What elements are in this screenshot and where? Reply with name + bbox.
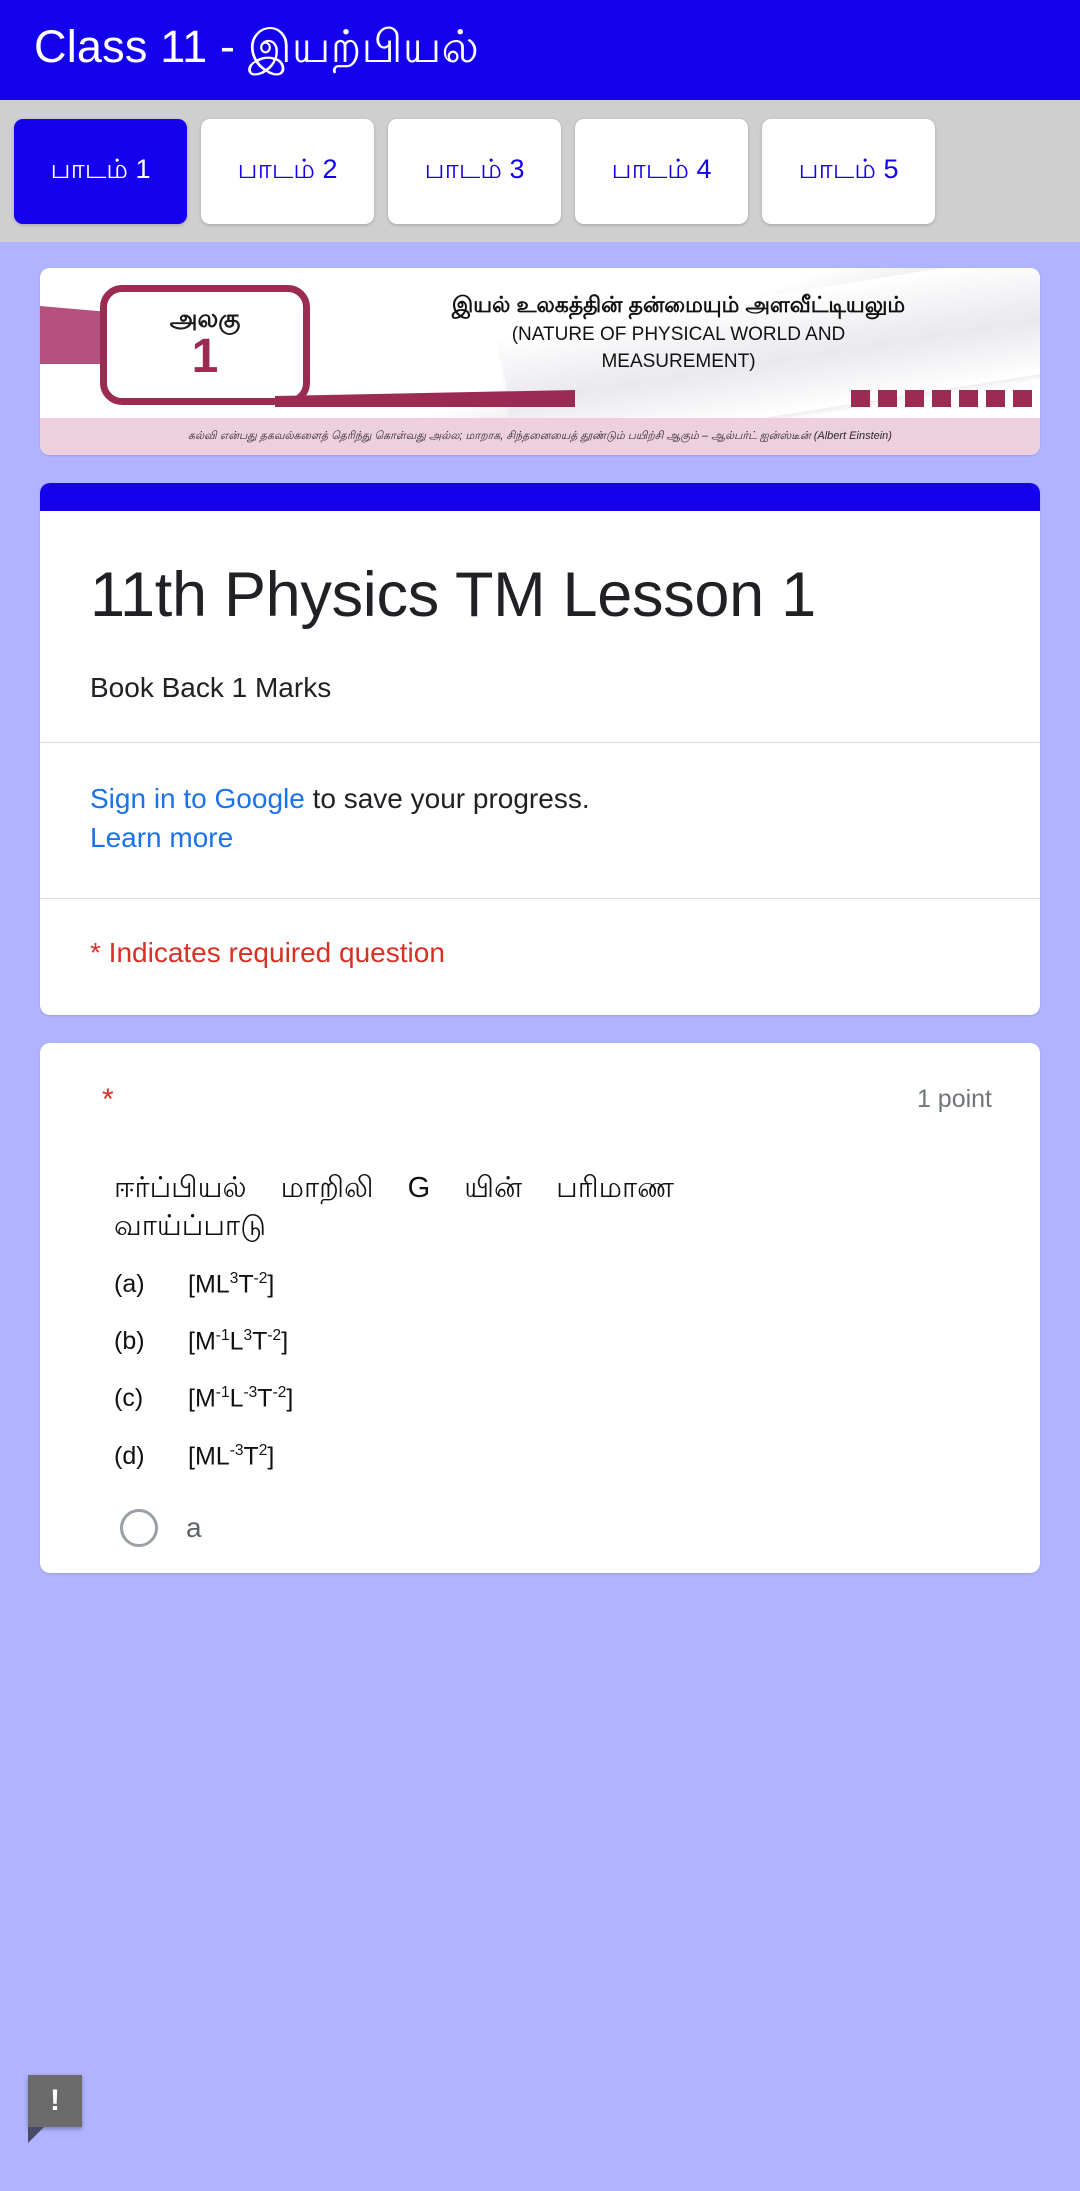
required-marker: * [102,1083,114,1117]
required-question-note: * Indicates required question [90,937,445,969]
banner-title-english-line1: (NATURE OF PHYSICAL WORLD AND [511,324,846,345]
banner-title-english-line2: MEASUREMENT) [601,350,756,372]
sign-in-notice: Sign in to Google to save your progress.… [90,743,990,899]
banner-unit-word: அலகு [169,305,241,334]
option-label: (b) [114,1326,145,1355]
learn-more-link[interactable]: Learn more [90,822,233,853]
tab-lesson-3[interactable]: பாடம் 3 [388,118,561,224]
option-formula: [M-1L3T-2] [188,1326,289,1356]
page-title: Class 11 - இயற்பியல் [34,21,480,72]
form-header-content: 11th Physics TM Lesson 1 Book Back 1 Mar… [40,511,1040,1015]
question-header-row: * 1 point [88,1085,992,1145]
banner-quote-text: கல்வி என்பது தகவல்களைத் தெரிந்து கொள்வது… [188,429,892,442]
tab-label: பாடம் 2 [237,153,338,184]
option-formula: [M-1L-3T-2] [188,1384,294,1413]
option-label: (d) [114,1441,145,1470]
tab-label: பாடம் 4 [611,153,712,184]
tab-lesson-4[interactable]: பாடம் 4 [575,118,748,224]
sign-in-notice-text: to save your progress. [304,782,590,814]
question-text: ஈர்ப்பியல் மாறிலி G யின் பரிமாண வாய்ப்பா… [114,1172,674,1243]
option-b: (b) [M-1L3T-2] [114,1327,992,1356]
option-a: (a) [ML3T-2] [114,1270,992,1299]
exclamation-icon: ! [50,2084,60,2117]
app-bar: Class 11 - இயற்பியல் [0,0,1080,100]
banner-quote-strip: கல்வி என்பது தகவல்களைத் தெரிந்து கொள்வது… [40,418,1040,455]
form-body: அலகு 1 இயல் உலகத்தின் தன்மையும் அளவீட்டி… [0,242,1080,2191]
option-label: (a) [114,1269,145,1298]
feedback-bubble-button[interactable]: ! [28,2075,82,2143]
tab-lesson-2[interactable]: பாடம் 2 [201,118,374,224]
option-d: (d) [ML-3T2] [114,1442,992,1471]
banner-unit-number: 1 [191,330,219,384]
tab-label: பாடம் 3 [424,153,525,184]
tab-lesson-5[interactable]: பாடம் 5 [762,118,935,224]
sign-in-to-google-link[interactable]: Sign in to Google [90,783,305,814]
banner-unit-box: அலகு 1 [100,285,310,405]
lesson-banner-image: அலகு 1 இயல் உலகத்தின் தன்மையும் அளவீட்டி… [40,268,1040,455]
radio-button-icon[interactable] [120,1508,158,1547]
radio-choice-label: a [186,1511,202,1543]
question-card: * 1 point ஈர்ப்பியல் மாறிலி G யின் பரிமா… [40,1043,1040,1574]
question-option-list: (a) [ML3T-2] (b) [M-1L3T-2] (c) [M-1L-3T… [114,1270,992,1471]
tab-label: பாடம் 5 [798,153,899,184]
radio-choice-a[interactable]: a [88,1499,992,1547]
form-accent-bar [40,483,1040,511]
tab-label: பாடம் 1 [50,153,151,184]
option-formula: [ML3T-2] [188,1269,275,1298]
form-header-card: 11th Physics TM Lesson 1 Book Back 1 Mar… [40,483,1040,1016]
question-points: 1 point [916,1085,992,1114]
option-label: (c) [114,1384,144,1413]
lesson-tab-strip[interactable]: பாடம் 1 பாடம் 2 பாடம் 3 பாடம் 4 பாடம் 5 [0,100,1080,242]
banner-title-tamil: இயல் உலகத்தின் தன்மையும் அளவீட்டியலும் [451,292,906,317]
form-description: Book Back 1 Marks [90,671,332,703]
option-c: (c) [M-1L-3T-2] [114,1384,992,1413]
option-formula: [ML-3T2] [188,1441,275,1470]
banner-square-dots-decoration [851,390,1032,407]
banner-title-block: இயல் உலகத்தின் தன்மையும் அளவீட்டியலும் (… [325,292,1032,374]
question-image: ஈர்ப்பியல் மாறிலி G யின் பரிமாண வாய்ப்பா… [88,1169,992,1471]
form-title: 11th Physics TM Lesson 1 [90,560,816,630]
tab-lesson-1[interactable]: பாடம் 1 [14,118,187,224]
